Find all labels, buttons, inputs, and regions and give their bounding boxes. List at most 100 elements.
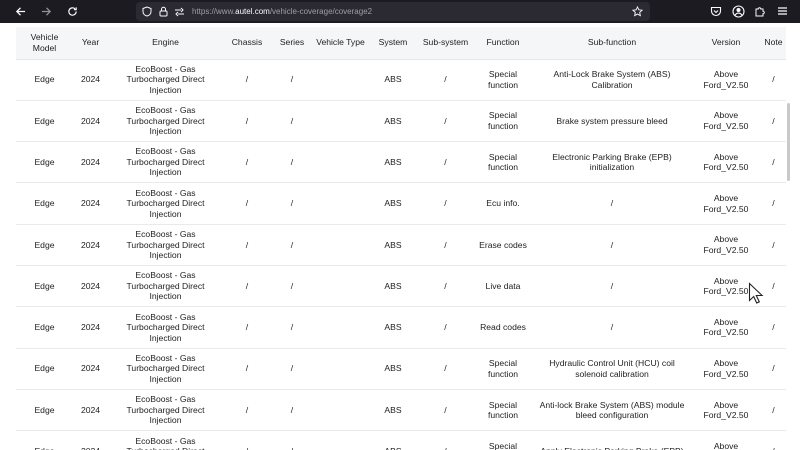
cell-note: / <box>761 100 786 143</box>
cell-system: ABS <box>368 100 418 143</box>
cell-chassis: / <box>223 348 271 390</box>
cell-version: Above Ford_V2.50 <box>691 430 761 450</box>
column-header-chassis: Chassis <box>223 27 271 60</box>
cell-sub-system: / <box>418 389 473 432</box>
cell-sub-function: / <box>533 306 691 349</box>
back-arrow-icon <box>15 7 25 16</box>
url-prefix: https://www. <box>192 7 236 16</box>
cell-vehicle-model: Edge <box>16 224 73 266</box>
cell-vehicle-type <box>313 182 368 225</box>
cell-vehicle-model: Edge <box>16 430 73 450</box>
table-row: Edge2024EcoBoost - Gas Turbocharged Dire… <box>16 389 786 432</box>
cell-sub-function: Anti-lock Brake System (ABS) module blee… <box>533 389 691 432</box>
forward-button[interactable] <box>36 2 56 22</box>
url-domain: autel.com <box>235 7 270 16</box>
cell-note: / <box>761 141 786 184</box>
cell-version: Above Ford_V2.50 <box>691 224 761 266</box>
cell-note: / <box>761 182 786 225</box>
star-icon <box>631 5 643 17</box>
cell-engine: EcoBoost - Gas Turbocharged Direct Injec… <box>108 430 223 450</box>
cell-chassis: / <box>223 265 271 308</box>
cell-sub-system: / <box>418 59 473 101</box>
cell-series: / <box>271 100 313 143</box>
account-icon[interactable] <box>730 3 746 19</box>
url-bar[interactable]: https://www.autel.com/vehicle-coverage/c… <box>136 2 650 21</box>
cell-year: 2024 <box>73 265 108 308</box>
back-button[interactable] <box>10 2 30 22</box>
cell-vehicle-model: Edge <box>16 265 73 308</box>
cell-engine: EcoBoost - Gas Turbocharged Direct Injec… <box>108 100 223 143</box>
cell-system: ABS <box>368 430 418 450</box>
column-header-system: System <box>368 27 418 60</box>
cell-system: ABS <box>368 348 418 390</box>
table-row: Edge2024EcoBoost - Gas Turbocharged Dire… <box>16 59 786 101</box>
table-row: Edge2024EcoBoost - Gas Turbocharged Dire… <box>16 265 786 308</box>
pocket-icon[interactable] <box>708 3 724 19</box>
cell-chassis: / <box>223 306 271 349</box>
cell-chassis: / <box>223 182 271 225</box>
cell-version: Above Ford_V2.50 <box>691 59 761 101</box>
cell-series: / <box>271 389 313 432</box>
cell-vehicle-type <box>313 430 368 450</box>
table-row: Edge2024EcoBoost - Gas Turbocharged Dire… <box>16 306 786 349</box>
cell-function: Special function <box>473 59 533 101</box>
cell-version: Above Ford_V2.50 <box>691 306 761 349</box>
column-header-sub-system: Sub-system <box>418 27 473 60</box>
cell-chassis: / <box>223 430 271 450</box>
cell-engine: EcoBoost - Gas Turbocharged Direct Injec… <box>108 224 223 266</box>
cell-series: / <box>271 141 313 184</box>
scrollbar-thumb[interactable] <box>787 103 790 181</box>
cell-vehicle-model: Edge <box>16 141 73 184</box>
shield-icon[interactable] <box>140 5 154 19</box>
cell-year: 2024 <box>73 100 108 143</box>
cell-note: / <box>761 430 786 450</box>
cell-year: 2024 <box>73 141 108 184</box>
cell-vehicle-model: Edge <box>16 306 73 349</box>
cell-vehicle-model: Edge <box>16 182 73 225</box>
cell-sub-function: Hydraulic Control Unit (HCU) coil soleno… <box>533 348 691 390</box>
column-header-vehicle-model: Vehicle Model <box>16 27 73 60</box>
cell-system: ABS <box>368 224 418 266</box>
table-row: Edge2024EcoBoost - Gas Turbocharged Dire… <box>16 348 786 390</box>
cell-series: / <box>271 306 313 349</box>
cell-sub-function: / <box>533 182 691 225</box>
cell-system: ABS <box>368 182 418 225</box>
cell-year: 2024 <box>73 306 108 349</box>
cell-vehicle-model: Edge <box>16 389 73 432</box>
cell-sub-system: / <box>418 348 473 390</box>
column-header-function: Function <box>473 27 533 60</box>
bookmark-star-button[interactable] <box>630 4 644 18</box>
cell-vehicle-type <box>313 100 368 143</box>
cell-series: / <box>271 265 313 308</box>
cell-function: Live data <box>473 265 533 308</box>
cell-function: Special function <box>473 430 533 450</box>
cell-year: 2024 <box>73 389 108 432</box>
cell-year: 2024 <box>73 348 108 390</box>
hamburger-menu-icon[interactable] <box>774 3 790 19</box>
cell-function: Special function <box>473 141 533 184</box>
cell-year: 2024 <box>73 224 108 266</box>
cell-system: ABS <box>368 265 418 308</box>
reload-button[interactable] <box>62 2 82 22</box>
cell-system: ABS <box>368 141 418 184</box>
lock-icon[interactable] <box>156 5 170 19</box>
column-header-version: Version <box>691 27 761 60</box>
permissions-icon[interactable] <box>172 5 186 19</box>
cell-chassis: / <box>223 389 271 432</box>
reload-icon <box>67 7 77 16</box>
cell-note: / <box>761 59 786 101</box>
cell-engine: EcoBoost - Gas Turbocharged Direct Injec… <box>108 182 223 225</box>
cell-system: ABS <box>368 59 418 101</box>
table-row: Edge2024EcoBoost - Gas Turbocharged Dire… <box>16 182 786 225</box>
cell-sub-system: / <box>418 265 473 308</box>
cell-series: / <box>271 348 313 390</box>
table-row: Edge2024EcoBoost - Gas Turbocharged Dire… <box>16 430 786 450</box>
cell-vehicle-type <box>313 141 368 184</box>
extensions-icon[interactable] <box>752 3 768 19</box>
cell-engine: EcoBoost - Gas Turbocharged Direct Injec… <box>108 306 223 349</box>
forward-arrow-icon <box>41 7 51 16</box>
cell-series: / <box>271 182 313 225</box>
cell-sub-system: / <box>418 141 473 184</box>
table-body: Edge 2024 EcoBoost - Gas Turbocharged Dire… <box>16 59 786 450</box>
cell-vehicle-type <box>313 265 368 308</box>
